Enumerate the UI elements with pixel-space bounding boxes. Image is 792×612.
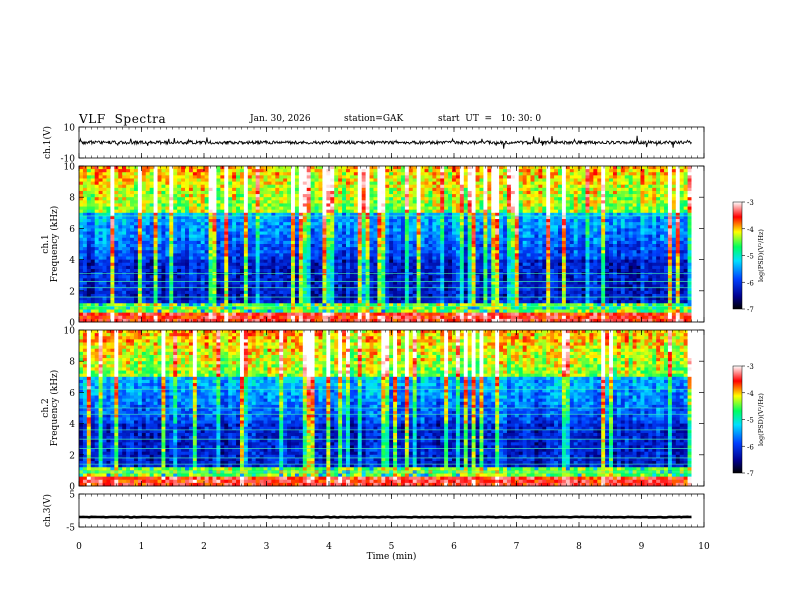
ch1-ytick-label: 6: [69, 225, 75, 235]
ch1-waveform-plot: [78, 135, 692, 149]
ch1-ytick-label: 10: [64, 163, 76, 173]
xtick-label: 0: [76, 542, 82, 552]
ch2-colorbar: [732, 365, 743, 474]
ch1-colorbar-label: log(PSD)(V²/Hz): [757, 229, 765, 282]
xtick-label: 8: [576, 542, 582, 552]
ch1-waveform-line: [78, 135, 692, 149]
ch1-colorbar: [732, 201, 743, 310]
ch2-colorbar-tick-label: -4: [747, 390, 754, 398]
ch2-colorbar-tick-label: -7: [747, 470, 754, 478]
xtick-label: 1: [139, 542, 145, 552]
ch2-ytick-label: 8: [69, 358, 75, 368]
ch1-ylabel: Frequency (kHz): [49, 206, 60, 283]
ch2-colorbar-tick-label: -5: [747, 417, 754, 425]
ch1-ytick-label: 2: [69, 287, 75, 297]
ch2-ytick-label: 10: [64, 327, 76, 337]
ch1-ytick-label: 4: [69, 256, 75, 266]
vlf-spectra-figure: 10-10ch.1(V)0246810ch.1 Frequency (kHz)-3…: [41, 124, 765, 563]
ch2-ylabel: Frequency (kHz): [49, 370, 60, 447]
panels-group: [78, 135, 704, 519]
ch3-ytick-label: -5: [66, 524, 75, 534]
ch1-colorbar-tick-label: -6: [747, 279, 754, 287]
xtick-label: 10: [698, 542, 710, 552]
ch1-ytick-label: 10: [64, 124, 76, 134]
ch2-ytick-label: 2: [69, 451, 75, 461]
ch3-waveform-line: [78, 515, 692, 519]
xtick-label: 6: [451, 542, 457, 552]
xtick-label: 2: [201, 542, 207, 552]
xtick-label: 7: [514, 542, 520, 552]
xtick-label: 3: [264, 542, 270, 552]
ch3-ytick-label: 5: [69, 491, 75, 501]
ch1-colorbar-tick-label: -7: [747, 306, 754, 314]
xaxis-label: Time (min): [367, 551, 417, 562]
ch1-colorbar-tick-label: -3: [747, 199, 754, 207]
ch1-ytick-label: 8: [69, 194, 75, 204]
ch2-colorbar-tick-label: -6: [747, 443, 754, 451]
ch2-colorbar-label: log(PSD)(V²/Hz): [757, 393, 765, 446]
ch1-colorbar-tick-label: -5: [747, 253, 754, 261]
ch2-ytick-label: 6: [69, 389, 75, 399]
xtick-label: 5: [389, 542, 395, 552]
xtick-label: 9: [639, 542, 645, 552]
ch2-ytick-label: 4: [69, 420, 75, 430]
ch1-ylabel: ch.1(V): [42, 126, 53, 159]
ch2-colorbar-tick-label: -3: [747, 363, 754, 371]
xtick-label: 4: [326, 542, 332, 552]
ch3-waveform-plot: [78, 515, 692, 519]
ch2-spectrogram-plot: [79, 330, 704, 487]
ch1-colorbar-tick-label: -4: [747, 226, 754, 234]
ch3-ylabel: ch.3(V): [42, 494, 53, 527]
ch1-spectrogram-plot: [79, 166, 704, 323]
